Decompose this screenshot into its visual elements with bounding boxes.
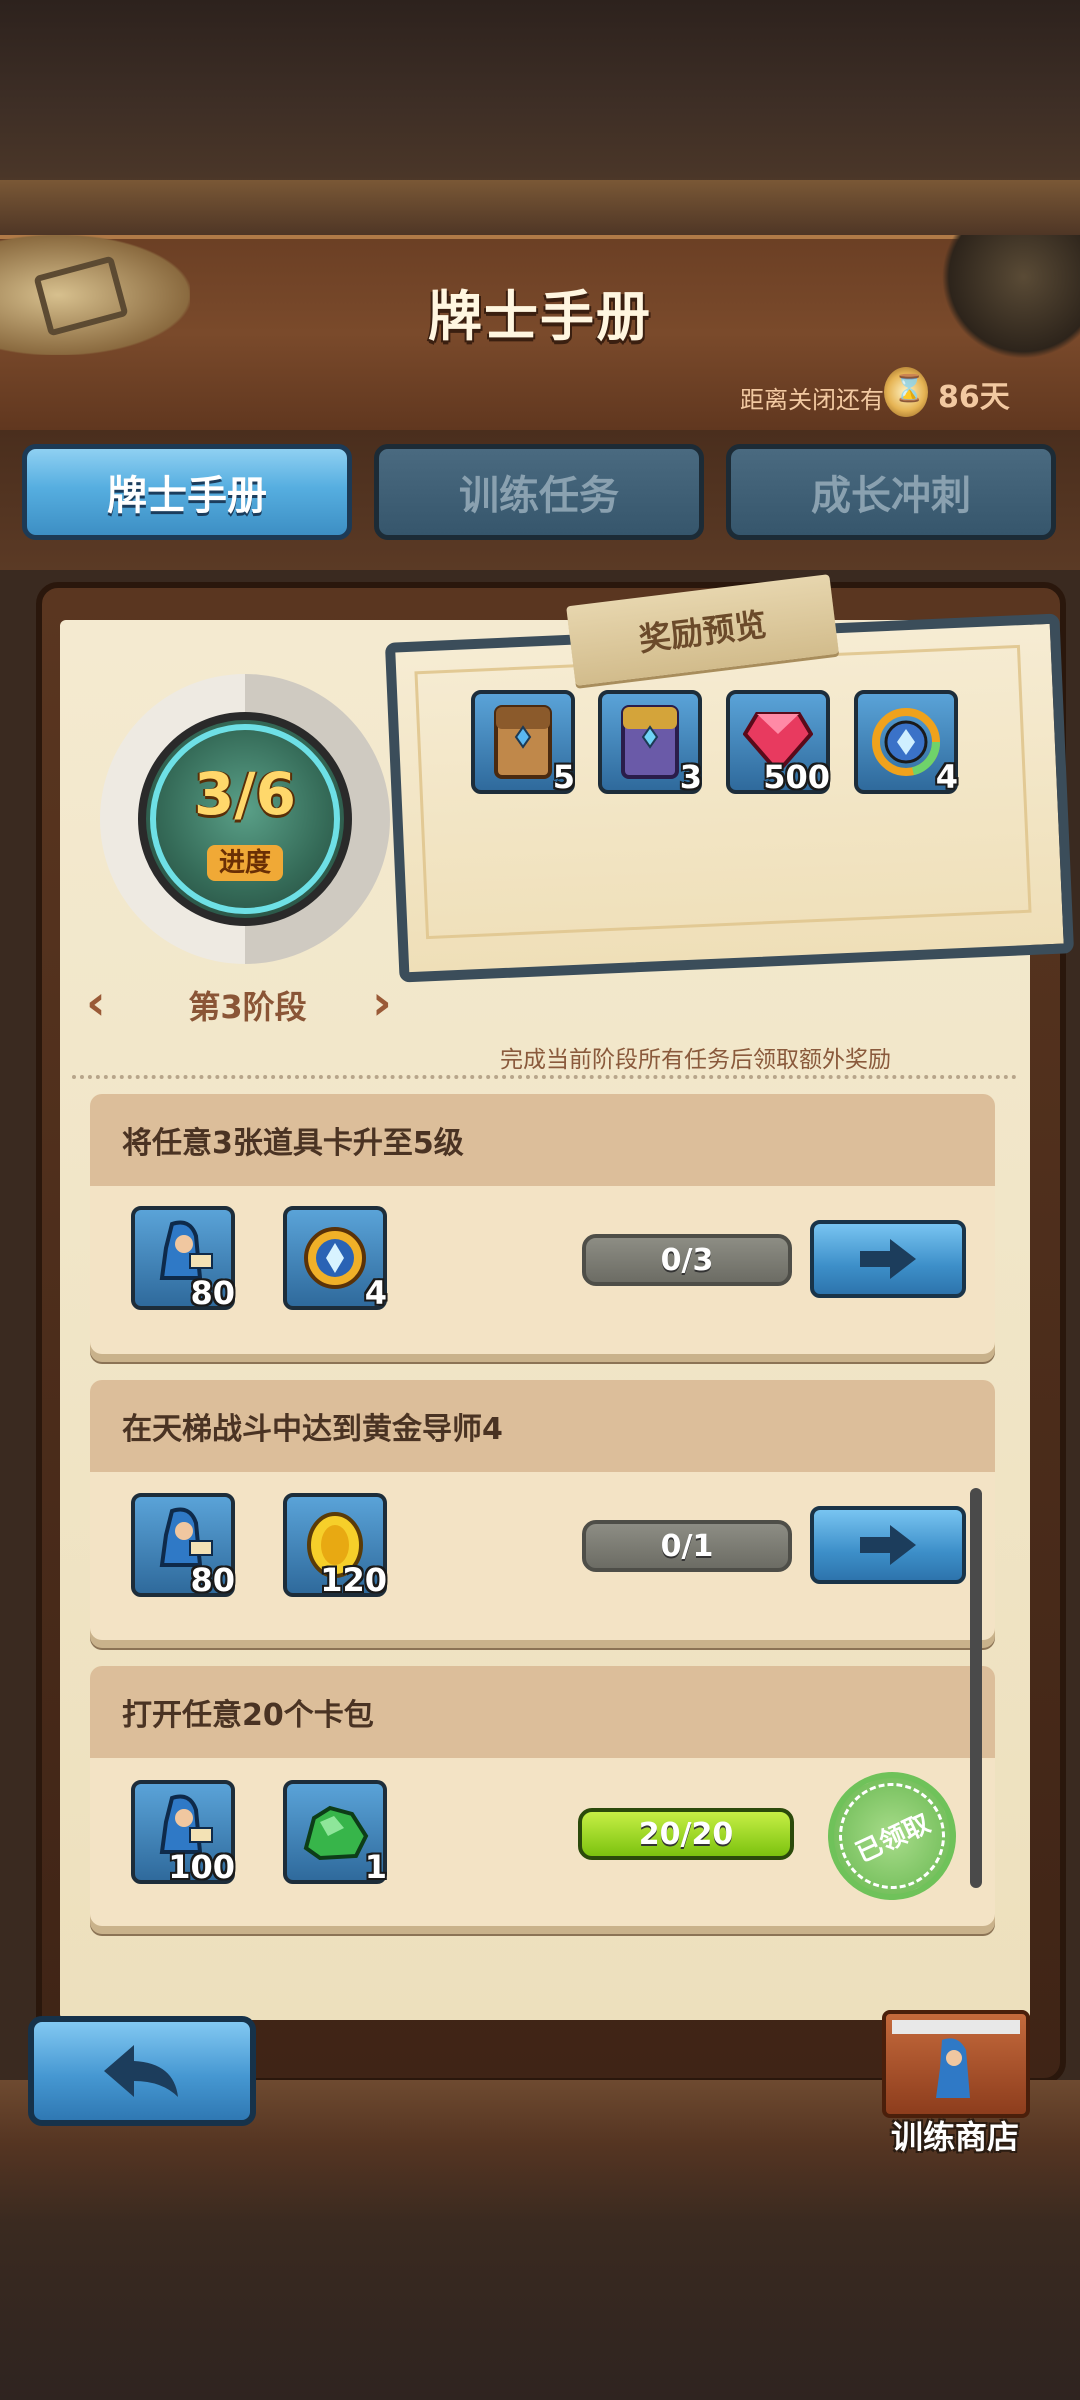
reward-item[interactable]: 4 xyxy=(854,690,958,796)
reward-item-count: 80 xyxy=(190,1274,235,1312)
quest-reward-item[interactable]: 4 xyxy=(283,1206,387,1312)
quest-list-scrollbar[interactable] xyxy=(970,1488,982,1888)
reward-item[interactable]: 5 xyxy=(471,690,575,796)
quest-go-button[interactable] xyxy=(810,1506,966,1584)
hourglass-icon xyxy=(884,367,928,417)
stage-next-chevron-icon[interactable]: › xyxy=(372,975,392,1031)
page-title: 牌士手册 xyxy=(428,285,652,348)
arrow-right-icon xyxy=(860,1525,916,1565)
quest-reward-item[interactable]: 1 xyxy=(283,1780,387,1886)
tab-handbook[interactable]: 牌士手册 xyxy=(22,444,352,540)
tab-growth-sprint[interactable]: 成长冲刺 xyxy=(726,444,1056,540)
quest-progress-bar: 20/20 xyxy=(578,1808,794,1860)
quest-title: 打开任意20个卡包 xyxy=(90,1666,995,1758)
back-button[interactable] xyxy=(28,2016,256,2126)
quest-reward-item[interactable]: 100 xyxy=(131,1780,235,1886)
countdown-days: 86天 xyxy=(938,380,1010,415)
reward-item-count: 500 xyxy=(763,758,830,796)
reward-item-count: 3 xyxy=(679,758,702,796)
quest-reward-item[interactable]: 120 xyxy=(283,1493,387,1599)
arrow-right-icon xyxy=(860,1239,916,1279)
reward-item-count: 80 xyxy=(190,1561,235,1599)
reward-item[interactable]: 500 xyxy=(726,690,830,796)
back-arrow-icon xyxy=(104,2045,178,2097)
reward-item-count: 1 xyxy=(364,1848,387,1886)
quest-title: 在天梯战斗中达到黄金导师4 xyxy=(90,1380,995,1472)
quest-progress-bar: 0/3 xyxy=(582,1234,792,1286)
reward-item-count: 120 xyxy=(320,1561,387,1599)
stage-prev-chevron-icon[interactable]: ‹ xyxy=(86,975,106,1031)
top-wood-trim xyxy=(0,180,1080,240)
countdown-label: 距离关闭还有 xyxy=(740,386,884,414)
quest-progress-bar: 0/1 xyxy=(582,1520,792,1572)
divider xyxy=(72,1075,1017,1079)
stage-progress-text: 3/6 xyxy=(194,760,296,828)
stage-progress-label: 进度 xyxy=(207,845,283,881)
quest-title: 将任意3张道具卡升至5级 xyxy=(90,1094,995,1186)
reward-item-count: 4 xyxy=(364,1274,387,1312)
reward-item[interactable]: 3 xyxy=(598,690,702,796)
quest-reward-item[interactable]: 80 xyxy=(131,1206,235,1312)
tab-training-tasks[interactable]: 训练任务 xyxy=(374,444,704,540)
quest-reward-item[interactable]: 80 xyxy=(131,1493,235,1599)
reward-item-count: 5 xyxy=(552,758,575,796)
stage-name: 第3阶段 xyxy=(188,988,307,1026)
training-shop-button[interactable] xyxy=(882,2010,1030,2118)
extra-reward-note: 完成当前阶段所有任务后领取额外奖励 xyxy=(500,1047,891,1073)
training-shop-label: 训练商店 xyxy=(890,2118,1019,2156)
reward-item-count: 4 xyxy=(935,758,958,796)
training-shop-icon xyxy=(892,2020,1020,2098)
reward-item-count: 100 xyxy=(168,1848,235,1886)
quest-go-button[interactable] xyxy=(810,1220,966,1298)
